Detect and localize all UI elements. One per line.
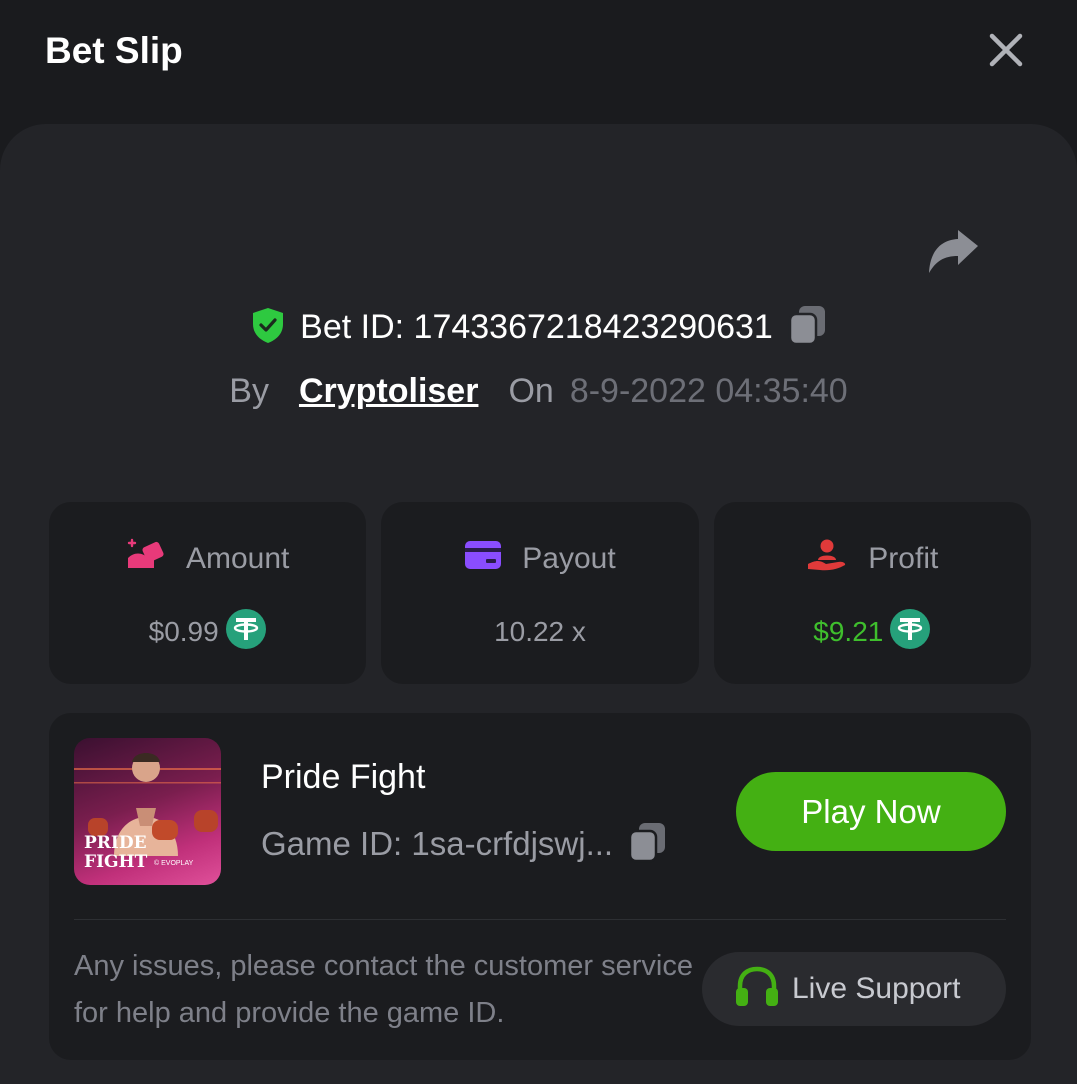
shield-check-icon <box>250 306 286 349</box>
bet-id-label: Bet ID: <box>300 307 405 346</box>
game-name: Pride Fight <box>261 758 426 796</box>
bet-id-row: Bet ID: 1743367218423290631 <box>0 302 1077 352</box>
wallet-hand-icon <box>126 538 166 580</box>
tether-icon <box>225 608 267 657</box>
card-icon <box>464 540 502 578</box>
amount-value: $0.99 <box>148 616 219 647</box>
share-arrow-icon[interactable] <box>926 228 980 276</box>
headset-icon <box>734 966 780 1013</box>
game-card: PRIDE FIGHT © EVOPLAY Pride Fight Game I… <box>49 713 1031 1060</box>
bet-id-text: Bet ID: 1743367218423290631 <box>300 308 773 347</box>
profit-hand-icon <box>806 538 848 580</box>
copy-icon[interactable] <box>627 821 667 868</box>
profit-stat: Profit $9.21 <box>713 502 1031 684</box>
bet-meta-row: By Cryptoliser On 8-9-2022 04:35:40 <box>0 366 1077 416</box>
thumbnail-title: PRIDE FIGHT <box>84 833 148 872</box>
amount-label: Amount <box>185 542 290 575</box>
thumbnail-brand: © EVOPLAY <box>154 860 194 867</box>
amount-stat: Amount $0.99 <box>49 502 367 684</box>
play-now-button[interactable]: Play Now <box>736 772 1006 851</box>
payout-stat: Payout 10.22 x <box>381 502 699 684</box>
copy-icon[interactable] <box>787 304 827 351</box>
profit-label: Profit <box>868 542 939 575</box>
divider <box>74 919 1006 920</box>
user-link[interactable]: Cryptoliser <box>299 372 479 411</box>
live-support-button[interactable]: Live Support <box>702 952 1006 1026</box>
payout-value: 10.22 x <box>494 616 586 647</box>
game-id-row: Game ID: 1sa-crfdjswj... <box>261 820 667 868</box>
page-title: Bet Slip <box>45 30 183 71</box>
game-thumbnail[interactable]: PRIDE FIGHT © EVOPLAY <box>74 738 221 885</box>
help-text: Any issues, please contact the customer … <box>74 950 693 1029</box>
bet-datetime: 8-9-2022 04:35:40 <box>569 371 848 410</box>
by-label: By <box>229 371 269 410</box>
header-bar: Bet Slip <box>0 0 1077 110</box>
on-label: On <box>508 371 554 410</box>
bet-stats: Amount $0.99 Payout 10.22 x Profit $9.21 <box>49 502 1031 684</box>
bet-id-value: 1743367218423290631 <box>413 307 773 346</box>
game-id-text: Game ID: 1sa-crfdjswj... <box>261 825 614 862</box>
close-icon[interactable] <box>986 30 1026 70</box>
tether-icon <box>889 608 931 657</box>
live-support-label: Live Support <box>792 972 961 1005</box>
payout-label: Payout <box>522 542 616 575</box>
profit-value: $9.21 <box>813 616 884 647</box>
